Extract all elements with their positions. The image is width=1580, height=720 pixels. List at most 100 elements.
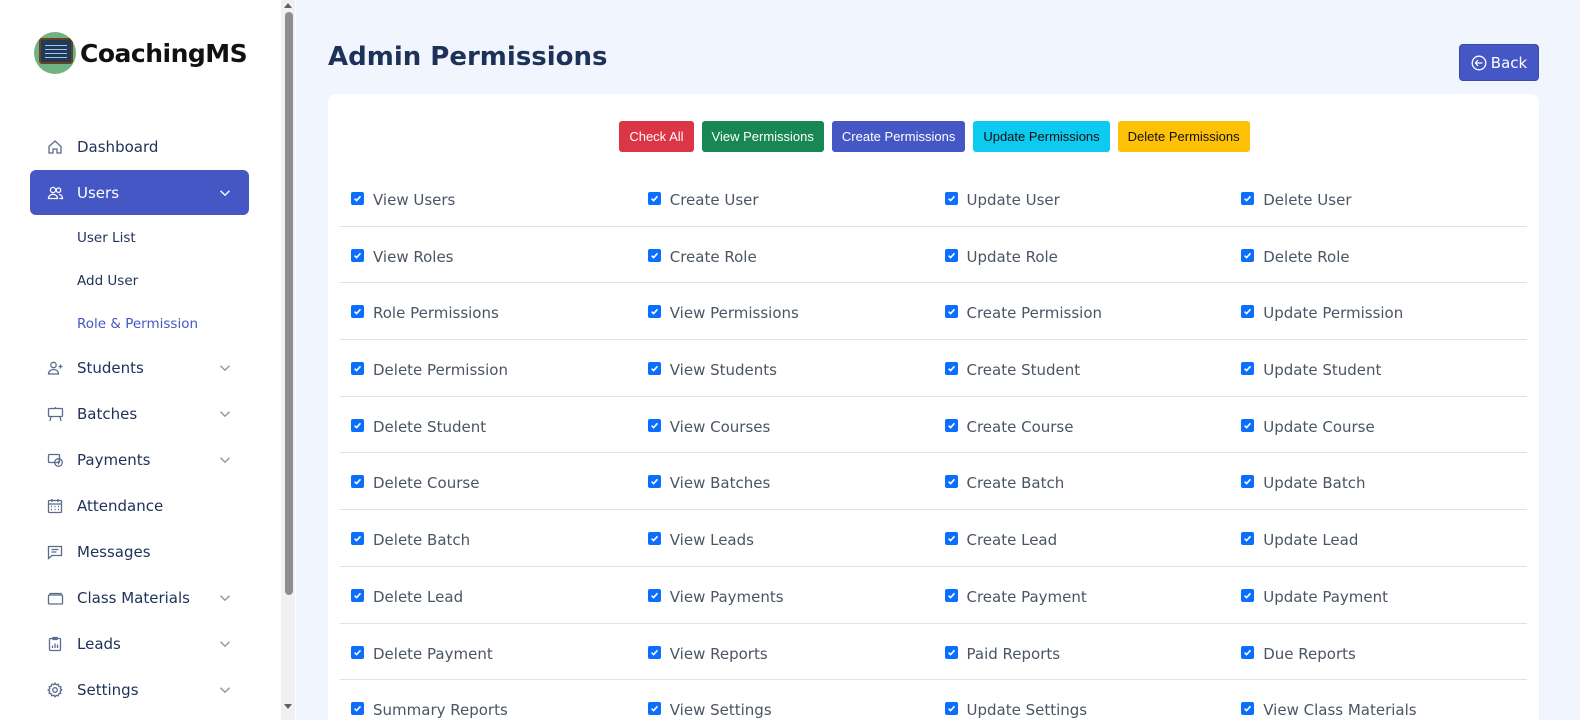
permission-item[interactable]: Role Permissions — [340, 283, 637, 339]
permission-checkbox[interactable] — [1241, 192, 1255, 205]
permission-item[interactable]: Delete Permission — [340, 340, 637, 396]
permission-item[interactable]: Update Permission — [1230, 283, 1527, 339]
permission-checkbox[interactable] — [647, 475, 661, 489]
permission-item[interactable]: Due Reports — [1230, 624, 1527, 680]
permission-item[interactable]: Update Settings — [934, 680, 1231, 720]
permission-item[interactable]: Delete Course — [340, 453, 637, 509]
sidebar-item-attendance[interactable]: Attendance — [30, 483, 249, 528]
permission-item[interactable]: Delete Batch — [340, 510, 637, 566]
permission-checkbox[interactable] — [647, 362, 661, 376]
permission-item[interactable]: View Roles — [340, 227, 637, 283]
check-all-button[interactable]: Check All — [619, 121, 694, 152]
update-permissions-button[interactable]: Update Permissions — [973, 121, 1110, 152]
permission-checkbox[interactable] — [351, 645, 364, 659]
permission-checkbox[interactable] — [944, 702, 958, 716]
permission-checkbox[interactable] — [1241, 532, 1255, 546]
sidebar-item-settings[interactable]: Settings — [30, 667, 249, 712]
permission-item[interactable]: View Batches — [637, 453, 934, 509]
sidebar-item-students[interactable]: Students — [30, 345, 249, 390]
permission-item[interactable]: Delete Payment — [340, 624, 637, 680]
permission-item[interactable]: Update Lead — [1230, 510, 1527, 566]
scroll-down-arrow-icon[interactable] — [284, 704, 292, 709]
submenu-item-role-permission[interactable]: Role & Permission — [77, 302, 249, 345]
permission-checkbox[interactable] — [647, 192, 661, 205]
brand-logo[interactable]: CoachingMS — [34, 32, 248, 74]
permission-item[interactable]: Paid Reports — [934, 624, 1231, 680]
permission-checkbox[interactable] — [351, 192, 364, 205]
permission-item[interactable]: Update Payment — [1230, 567, 1527, 623]
permission-item[interactable]: Create User — [637, 170, 934, 226]
sidebar-item-users[interactable]: Users — [30, 170, 249, 215]
permission-checkbox[interactable] — [351, 702, 364, 716]
permission-checkbox[interactable] — [647, 702, 661, 716]
permission-checkbox[interactable] — [647, 645, 661, 659]
permission-item[interactable]: Delete Student — [340, 397, 637, 453]
permission-item[interactable]: View Permissions — [637, 283, 934, 339]
permission-item[interactable]: Create Permission — [934, 283, 1231, 339]
permission-item[interactable]: Update Role — [934, 227, 1231, 283]
sidebar-item-batches[interactable]: Batches — [30, 391, 249, 436]
permission-item[interactable]: Update User — [934, 170, 1231, 226]
sidebar-item-leads[interactable]: Leads — [30, 621, 249, 666]
permission-item[interactable]: View Users — [340, 170, 637, 226]
sidebar-item-class-materials[interactable]: Class Materials — [30, 575, 249, 620]
permission-checkbox[interactable] — [1241, 588, 1255, 602]
permission-checkbox[interactable] — [1241, 418, 1255, 432]
permission-item[interactable]: View Reports — [637, 624, 934, 680]
permission-item[interactable]: Create Payment — [934, 567, 1231, 623]
permission-checkbox[interactable] — [647, 248, 661, 262]
sidebar-item-payments[interactable]: Payments — [30, 437, 249, 482]
permission-item[interactable]: View Class Materials — [1230, 680, 1527, 720]
permission-item[interactable]: Update Batch — [1230, 453, 1527, 509]
permission-checkbox[interactable] — [1241, 362, 1255, 376]
submenu-item-user-list[interactable]: User List — [77, 216, 249, 259]
permission-checkbox[interactable] — [351, 362, 364, 376]
permission-item[interactable]: View Students — [637, 340, 934, 396]
permission-checkbox[interactable] — [351, 475, 364, 489]
permission-item[interactable]: View Settings — [637, 680, 934, 720]
permission-checkbox[interactable] — [944, 362, 958, 376]
permission-checkbox[interactable] — [944, 532, 958, 546]
permission-checkbox[interactable] — [1241, 305, 1255, 319]
sidebar-item-messages[interactable]: Messages — [30, 529, 249, 574]
scroll-up-arrow-icon[interactable] — [284, 3, 292, 8]
permission-item[interactable]: Create Batch — [934, 453, 1231, 509]
permission-checkbox[interactable] — [944, 645, 958, 659]
permission-checkbox[interactable] — [944, 248, 958, 262]
permission-checkbox[interactable] — [944, 305, 958, 319]
permission-item[interactable]: Create Role — [637, 227, 934, 283]
permission-checkbox[interactable] — [351, 418, 364, 432]
permission-checkbox[interactable] — [1241, 475, 1255, 489]
permission-checkbox[interactable] — [647, 532, 661, 546]
sidebar-scrollbar-thumb[interactable] — [285, 12, 293, 595]
sidebar-item-dashboard[interactable]: Dashboard — [30, 124, 249, 169]
submenu-item-add-user[interactable]: Add User — [77, 259, 249, 302]
permission-item[interactable]: View Courses — [637, 397, 934, 453]
delete-permissions-button[interactable]: Delete Permissions — [1117, 121, 1250, 152]
view-permissions-button[interactable]: View Permissions — [701, 121, 824, 152]
permission-checkbox[interactable] — [351, 588, 364, 602]
permission-checkbox[interactable] — [351, 305, 364, 319]
permission-item[interactable]: View Payments — [637, 567, 934, 623]
permission-item[interactable]: Update Student — [1230, 340, 1527, 396]
permission-checkbox[interactable] — [647, 305, 661, 319]
permission-item[interactable]: Delete Lead — [340, 567, 637, 623]
permission-item[interactable]: Summary Reports — [340, 680, 637, 720]
permission-checkbox[interactable] — [647, 588, 661, 602]
permission-checkbox[interactable] — [351, 248, 364, 262]
permission-item[interactable]: Delete Role — [1230, 227, 1527, 283]
permission-item[interactable]: Delete User — [1230, 170, 1527, 226]
permission-item[interactable]: Update Course — [1230, 397, 1527, 453]
permission-checkbox[interactable] — [1241, 645, 1255, 659]
permission-item[interactable]: View Leads — [637, 510, 934, 566]
permission-checkbox[interactable] — [944, 192, 958, 205]
permission-checkbox[interactable] — [944, 475, 958, 489]
permission-checkbox[interactable] — [1241, 248, 1255, 262]
permission-checkbox[interactable] — [1241, 702, 1255, 716]
create-permissions-button[interactable]: Create Permissions — [831, 121, 966, 152]
permission-checkbox[interactable] — [944, 418, 958, 432]
permission-item[interactable]: Create Student — [934, 340, 1231, 396]
permission-checkbox[interactable] — [351, 532, 364, 546]
permission-checkbox[interactable] — [944, 588, 958, 602]
permission-item[interactable]: Create Course — [934, 397, 1231, 453]
